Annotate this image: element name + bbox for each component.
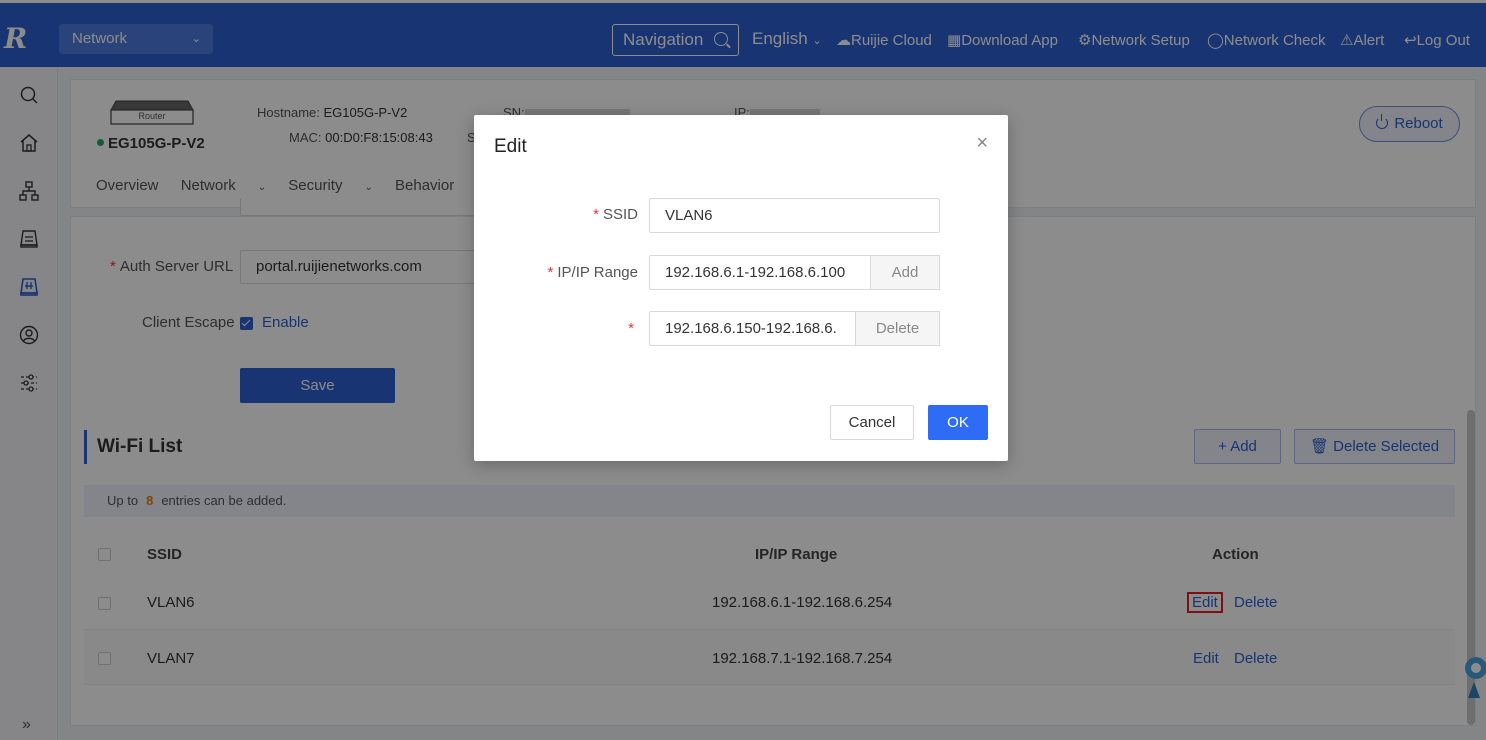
ip-range-input-2[interactable]: 192.168.6.150-192.168.6.	[649, 311, 857, 346]
ip-range-2-label: *	[628, 320, 634, 337]
ssid-input[interactable]: VLAN6	[649, 198, 940, 233]
cancel-button[interactable]: Cancel	[830, 405, 914, 440]
close-icon[interactable]: ×	[976, 133, 988, 153]
ssid-label: * SSID	[593, 206, 638, 223]
edit-dialog: Edit × * SSID VLAN6 * IP/IP Range 192.168.…	[474, 115, 1008, 461]
dialog-title: Edit	[494, 136, 527, 157]
ip-range-label: * IP/IP Range	[547, 264, 638, 281]
ip-range-input-1[interactable]: 192.168.6.1-192.168.6.100	[649, 255, 872, 290]
ok-button[interactable]: OK	[928, 405, 988, 440]
delete-range-button[interactable]: Delete	[855, 311, 940, 346]
add-range-button[interactable]: Add	[870, 255, 940, 290]
